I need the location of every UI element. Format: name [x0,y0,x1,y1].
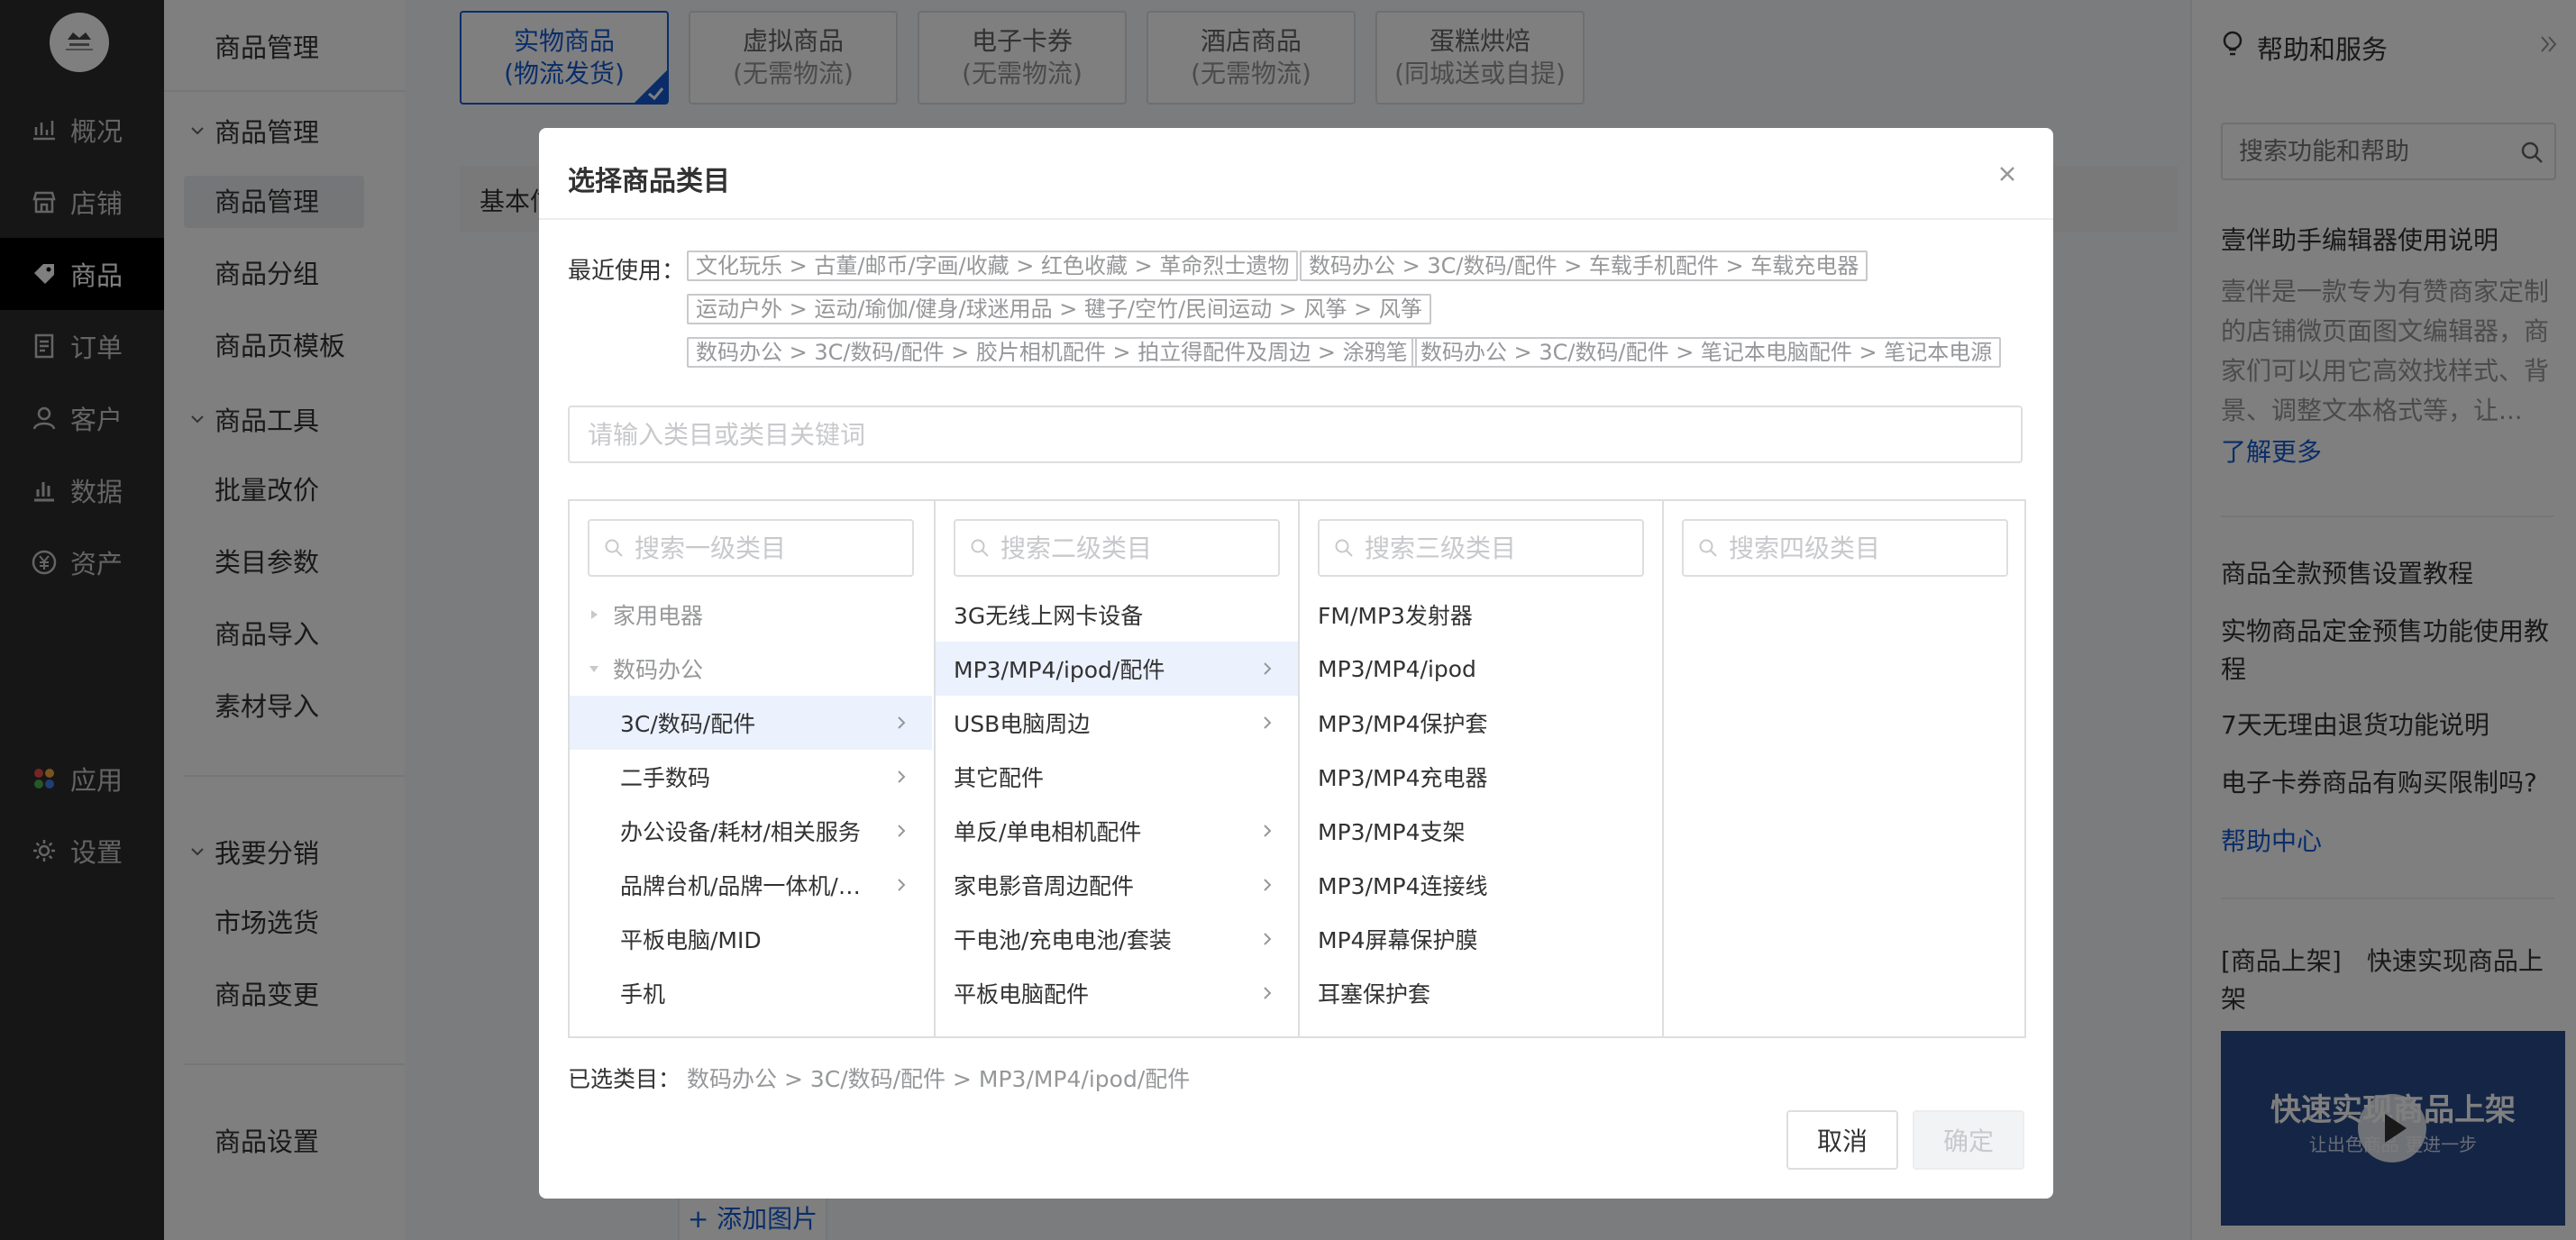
option-label: 手机 [620,981,666,1008]
chevron-right-icon [1264,662,1272,675]
chevron-right-icon [1264,825,1272,837]
option-label: 3G无线上网卡设备 [954,603,1144,629]
selected-path: 数码办公 > 3C/数码/配件 > MP3/MP4/ipod/配件 [687,1066,1191,1092]
option-label: MP3/MP4/ipod [1318,655,1476,682]
selected-label: 已选类目： [568,1066,681,1092]
caret-down-icon[interactable] [588,662,600,675]
level2-option[interactable]: 家电影音周边配件 [936,858,1298,912]
option-label: 3C/数码/配件 [620,711,756,737]
option-label: 家电影音周边配件 [954,873,1135,899]
chevron-right-icon [1264,716,1272,729]
chevron-right-icon [898,825,906,837]
chevron-right-icon [898,770,906,783]
option-label: MP3/MP4/ipod/配件 [954,657,1165,683]
level4-column [1662,501,2026,1036]
chevron-right-icon [1264,987,1272,999]
caret-right-icon[interactable] [588,608,600,621]
recent-category-tag[interactable]: 数码办公 > 3C/数码/配件 > 车载手机配件 > 车载充电器 [1300,251,1868,281]
level3-option[interactable]: MP4屏幕保护膜 [1300,912,1662,966]
option-label: 品牌台机/品牌一体机/服务器 [620,873,882,899]
confirm-button[interactable]: 确定 [1913,1110,2024,1170]
category-cascader: 家用电器 数码办公 3C/数码/配件二手数码办公设备/耗材/相关服务品牌台机/品… [568,499,2026,1038]
level2-option[interactable]: 单反/单电相机配件 [936,804,1298,858]
level3-option[interactable]: 耳塞保护套 [1300,966,1662,1020]
level1-search-input[interactable] [635,533,905,563]
category-keyword-input[interactable] [568,406,2023,463]
level3-option[interactable]: MP3/MP4连接线 [1300,858,1662,912]
option-label: 干电池/充电电池/套装 [954,927,1172,953]
level2-option[interactable]: 平板电脑配件 [936,966,1298,1020]
tree-node-label: 数码办公 [613,657,704,683]
level1-option[interactable]: 平板电脑/MID [570,912,932,966]
dialog-title: 选择商品类目 [568,166,730,197]
level2-option[interactable]: USB电脑周边 [936,696,1298,750]
option-label: MP3/MP4充电器 [1318,765,1488,791]
chevron-right-icon [898,879,906,891]
level1-option[interactable]: 3C/数码/配件 [570,696,932,750]
level1-option[interactable]: 数码相机/单反相机/摄像机 [570,1020,932,1036]
level1-option[interactable]: 手机 [570,966,932,1020]
search-icon [971,539,989,557]
search-icon [1335,539,1353,557]
option-label: 办公设备/耗材/相关服务 [620,819,861,845]
recent-category-tag[interactable]: 文化玩乐 > 古董/邮币/字画/收藏 > 红色收藏 > 革命烈士遗物 [687,251,1299,281]
level3-column: FM/MP3发射器 MP3/MP4/ipod MP3/MP4保护套 MP3/MP4充电… [1298,501,1662,1036]
option-label: 其它配件 [954,765,1045,791]
dialog-header: 选择商品类目 [539,128,2053,220]
tree-node-appliance[interactable]: 家用电器 [570,588,932,642]
level1-option[interactable]: 二手数码 [570,750,932,804]
level2-option[interactable]: 其它配件 [936,750,1298,804]
level1-column: 家用电器 数码办公 3C/数码/配件二手数码办公设备/耗材/相关服务品牌台机/品… [570,501,934,1036]
level2-search[interactable] [954,519,1280,577]
level3-option[interactable]: MP3/MP4充电器 [1300,750,1662,804]
recent-category-tag[interactable]: 运动户外 > 运动/瑜伽/健身/球迷用品 > 毽子/空竹/民间运动 > 风筝 >… [687,294,1431,324]
option-label: 数码相机/单反相机/摄像机 [620,1031,882,1036]
category-dialog: 选择商品类目 最近使用： 文化玩乐 > 古董/邮币/字画/收藏 > 红色收藏 >… [539,128,2053,1199]
level3-search-input[interactable] [1365,533,1635,563]
level2-option[interactable]: MP3/MP4/ipod/配件 [936,642,1298,696]
tree-node-digital[interactable]: 数码办公 [570,642,932,696]
chevron-right-icon [1264,933,1272,945]
recent-category-tag[interactable]: 数码办公 > 3C/数码/配件 > 笔记本电脑配件 > 笔记本电源 [1411,337,2002,368]
level4-search-input[interactable] [1729,533,1999,563]
level2-column: 3G无线上网卡设备 MP3/MP4/ipod/配件 USB电脑周边其它配件单反/单电… [934,501,1298,1036]
option-label: 单反/单电相机配件 [954,819,1142,845]
option-label: 平板电脑配件 [954,981,1090,1008]
chevron-right-icon [898,716,906,729]
tree-node-label: 家用电器 [613,603,704,629]
search-icon [605,539,623,557]
level2-option[interactable]: 干电池/充电电池/套装 [936,912,1298,966]
close-icon[interactable] [1994,160,2021,187]
option-label: MP3/MP4连接线 [1318,873,1488,899]
option-label: FM/MP3发射器 [1318,603,1473,629]
recent-category-tag[interactable]: 数码办公 > 3C/数码/配件 > 胶片相机配件 > 拍立得配件及周边 > 涂鸦… [687,337,1417,368]
level3-option[interactable]: MP3/MP4支架 [1300,804,1662,858]
cancel-button[interactable]: 取消 [1786,1110,1898,1170]
search-icon [1699,539,1717,557]
recent-label: 最近使用： [568,258,686,285]
level3-option[interactable]: MP3/MP4保护套 [1300,696,1662,750]
level1-option[interactable]: 品牌台机/品牌一体机/服务器 [570,858,932,912]
level2-search-input[interactable] [1000,533,1271,563]
option-label: 平板电脑/MID [620,927,762,953]
level1-search[interactable] [588,519,914,577]
level3-option[interactable]: MP3/MP4/ipod [1300,642,1662,696]
option-label: MP3/MP4保护套 [1318,711,1488,737]
option-label: USB电脑周边 [954,711,1091,737]
level1-option[interactable]: 办公设备/耗材/相关服务 [570,804,932,858]
chevron-right-icon [1264,879,1272,891]
option-label: MP3/MP4支架 [1318,819,1466,845]
level4-search[interactable] [1682,519,2008,577]
level2-option[interactable]: 3G无线上网卡设备 [936,588,1298,642]
option-label: MP4屏幕保护膜 [1318,927,1478,953]
level3-search[interactable] [1318,519,1644,577]
level3-option[interactable]: FM/MP3发射器 [1300,588,1662,642]
option-label: 二手数码 [620,765,711,791]
option-label: 耳塞保护套 [1318,981,1431,1008]
